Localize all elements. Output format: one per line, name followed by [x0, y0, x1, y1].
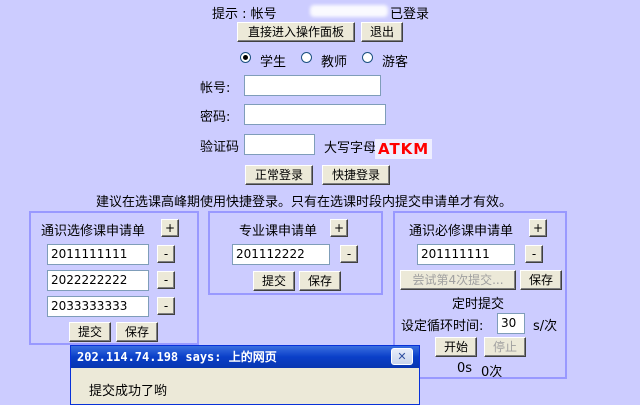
- alert-message: 提交成功了哟: [89, 384, 168, 399]
- start-button[interactable]: 开始: [435, 337, 477, 357]
- general-elective-remove-button-2[interactable]: -: [157, 271, 175, 289]
- general-elective-save-button[interactable]: 保存: [116, 322, 158, 342]
- general-required-remove-button-1[interactable]: -: [525, 245, 543, 263]
- role-radio-student[interactable]: [240, 52, 251, 63]
- stop-button[interactable]: 停止: [484, 337, 526, 357]
- role-label-teacher: 教师: [321, 55, 348, 70]
- general-elective-entry-2[interactable]: 2022222222: [47, 270, 149, 291]
- major-save-button[interactable]: 保存: [299, 271, 341, 291]
- general-required-add-button[interactable]: +: [529, 219, 547, 237]
- close-icon[interactable]: ✕: [391, 348, 413, 365]
- major-submit-button[interactable]: 提交: [253, 271, 295, 291]
- major-panel: 专业课申请单 + 201112222 - 提交 保存: [208, 211, 383, 295]
- interval-unit: s/次: [533, 319, 558, 334]
- advice-text: 建议在选课高峰期使用快捷登录。只有在选课时段内提交申请单才有效。: [96, 195, 513, 210]
- account-label: 帐号:: [200, 81, 231, 96]
- captcha-image[interactable]: ATKM: [375, 139, 433, 159]
- alert-dialog: 202.114.74.198 says: 上的网页 ✕ 提交成功了哟: [70, 345, 420, 405]
- general-elective-remove-button-3[interactable]: -: [157, 297, 175, 315]
- general-required-entry-1[interactable]: 201111111: [417, 244, 515, 265]
- timer-title: 定时提交: [452, 297, 505, 312]
- captcha-hint: 大写字母: [324, 141, 377, 156]
- captcha-field[interactable]: [244, 134, 315, 155]
- logout-button[interactable]: 退出: [361, 22, 403, 42]
- general-required-title: 通识必修课申请单: [409, 224, 514, 239]
- role-radio-guest[interactable]: [362, 52, 373, 63]
- redacted-account-value: [248, 79, 314, 91]
- password-label: 密码:: [200, 110, 231, 125]
- redacted-account: [310, 5, 388, 17]
- elapsed-time: 0s: [457, 361, 473, 376]
- role-label-guest: 游客: [382, 55, 409, 70]
- major-add-button[interactable]: +: [330, 219, 348, 237]
- submit-count: 0次: [481, 365, 503, 380]
- logged-in-text: 已登录: [390, 7, 430, 22]
- enter-panel-button[interactable]: 直接进入操作面板: [237, 22, 355, 42]
- tip-label: 提示 : 帐号: [212, 7, 277, 22]
- normal-login-button[interactable]: 正常登录: [245, 165, 313, 185]
- major-entry-1[interactable]: 201112222: [232, 244, 330, 265]
- general-required-save-button[interactable]: 保存: [520, 270, 562, 290]
- interval-input[interactable]: 30: [497, 313, 525, 334]
- general-elective-panel: 通识选修课申请单 + 2011111111 - 2022222222 - 203…: [29, 211, 199, 345]
- major-title: 专业课申请单: [239, 224, 318, 239]
- password-field[interactable]: [244, 104, 386, 125]
- general-elective-entry-1[interactable]: 2011111111: [47, 244, 149, 265]
- role-radio-teacher[interactable]: [301, 52, 312, 63]
- general-elective-submit-button[interactable]: 提交: [69, 322, 111, 342]
- interval-label: 设定循环时间:: [401, 319, 484, 334]
- general-elective-remove-button-1[interactable]: -: [157, 245, 175, 263]
- general-elective-entry-3[interactable]: 2033333333: [47, 296, 149, 317]
- try-submit-button[interactable]: 尝试第4次提交...: [400, 270, 516, 290]
- captcha-label: 验证码: [200, 140, 240, 155]
- quick-login-button[interactable]: 快捷登录: [322, 165, 390, 185]
- major-remove-button-1[interactable]: -: [340, 245, 358, 263]
- general-elective-title: 通识选修课申请单: [41, 224, 146, 239]
- general-elective-add-button[interactable]: +: [161, 219, 179, 237]
- role-label-student: 学生: [260, 55, 287, 70]
- alert-dialog-title: 202.114.74.198 says: 上的网页: [71, 346, 419, 368]
